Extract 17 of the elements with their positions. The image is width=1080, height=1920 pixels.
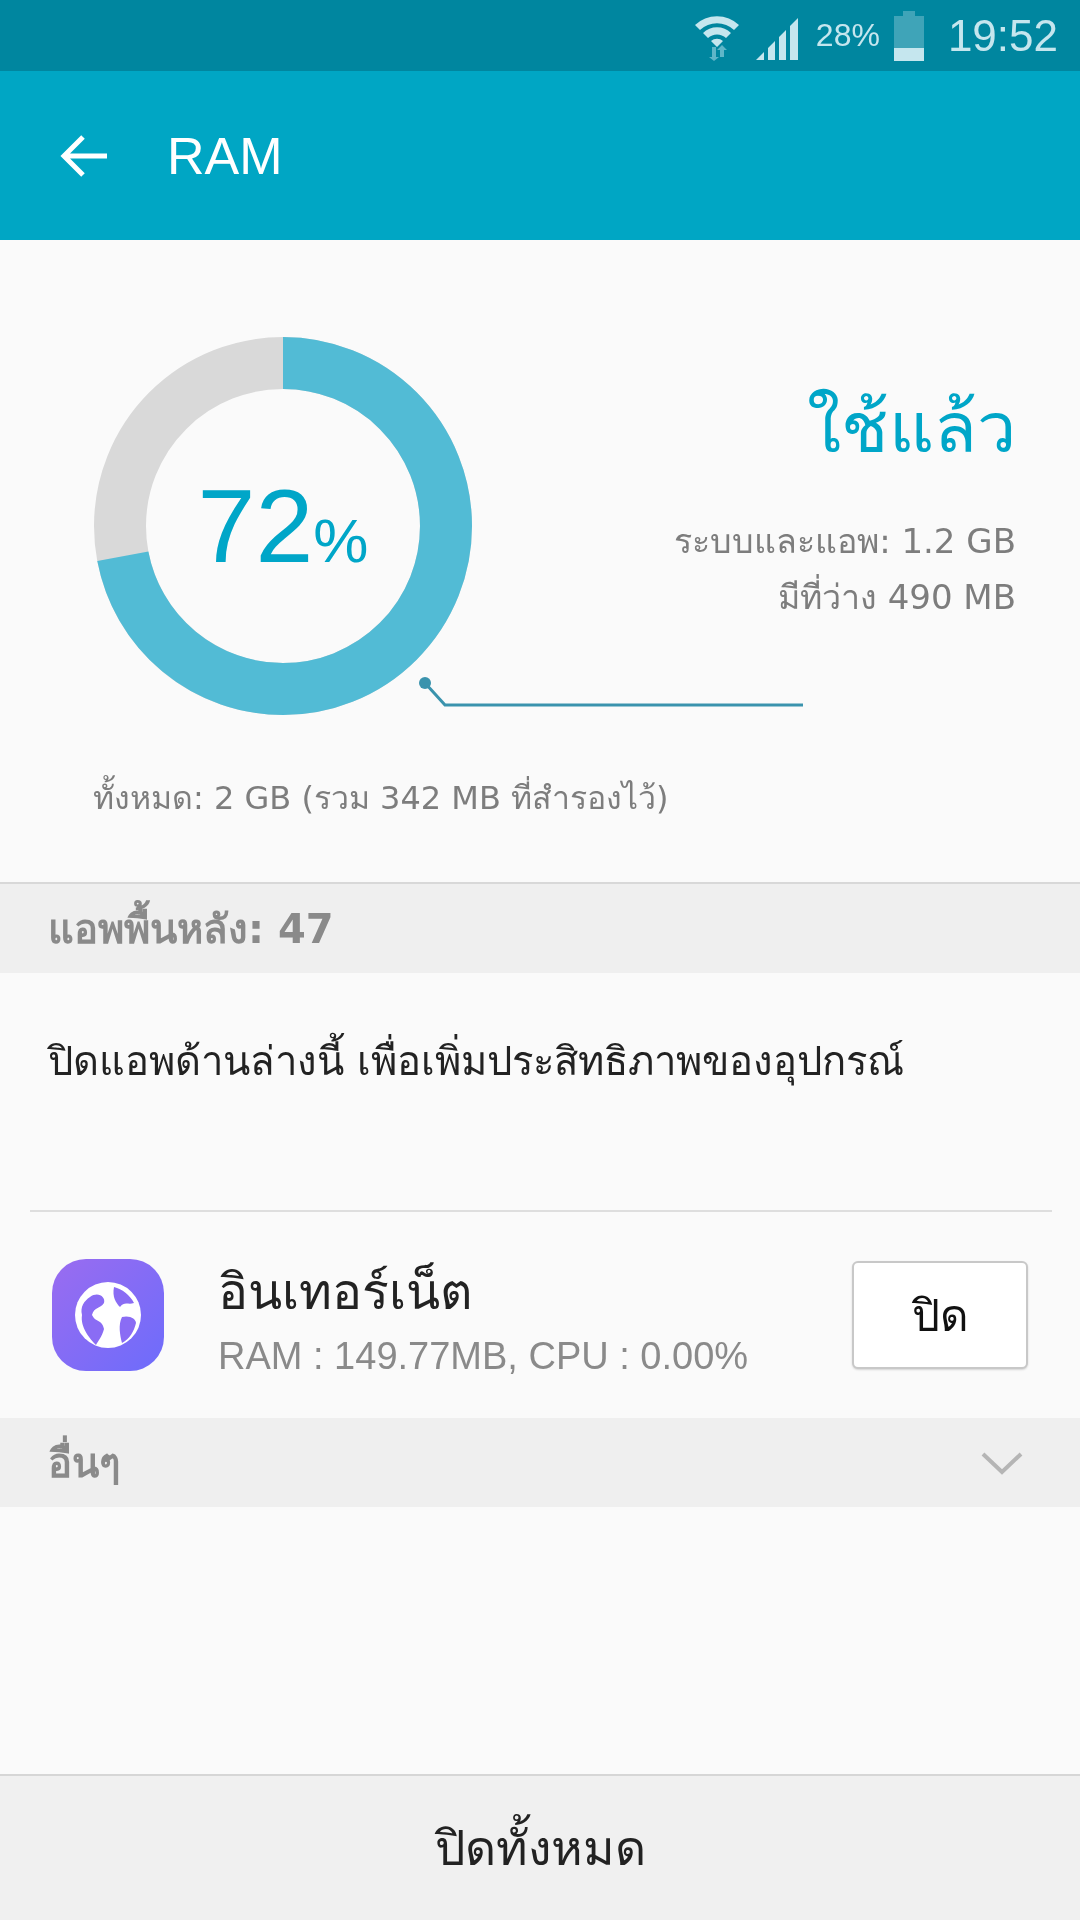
close-app-button[interactable]: ปิด [852,1261,1028,1369]
globe-icon [50,1257,166,1373]
battery-icon [893,10,924,61]
usage-percent: 72% [197,466,369,586]
free-memory: มีที่ว่าง 490 MB [777,569,1016,625]
close-all-button[interactable]: ปิดทั้งหมด [0,1776,1080,1920]
total-memory: ทั้งหมด: 2 GB (รวม 342 MB ที่สำรองไว้) [93,772,1016,823]
app-name: อินเทอร์เน็ต [218,1261,473,1323]
used-label: ใช้แล้ว [807,386,1016,471]
app-usage: RAM : 149.77MB, CPU : 0.00% [218,1335,750,1378]
section-header: อื่นๆ [48,1430,120,1495]
clock: 19:52 [947,10,1058,61]
description-text: ปิดแอพด้านล่างนี้ เพื่อเพิ่มประสิทธิภาพของอุปกรณ์ [30,973,1052,1212]
section-header: แอพพื้นหลัง: 47 [48,896,334,961]
system-apps-usage: ระบบและแอพ: 1.2 GB [674,520,1016,563]
screen-title: RAM [167,125,283,186]
battery-percent: 28% [815,17,880,54]
